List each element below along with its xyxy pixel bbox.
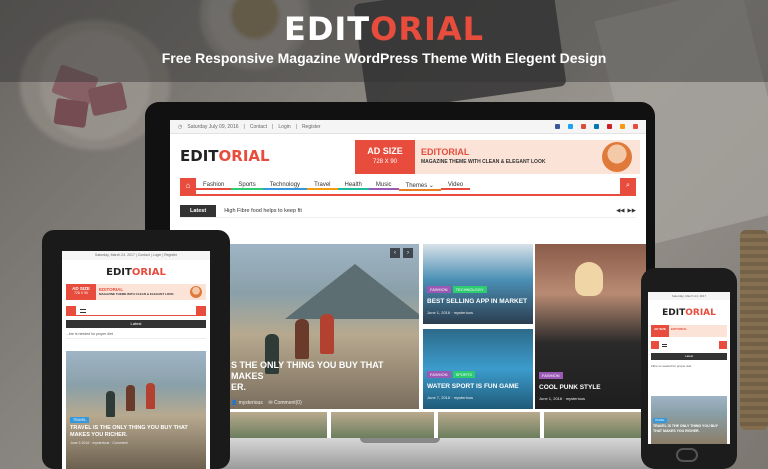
site-topbar: ◷ Saturday July 09, 2016 | Contact | Log… — [170, 120, 646, 134]
phone-screen: Saturday, March 24, 2017 EDITORIAL AD SI… — [648, 292, 730, 444]
tablet-ad-banner[interactable]: AD SIZE 728 X 90 EDITORIAL MAGAZINE THEME … — [66, 284, 206, 300]
hero-title-part1: EDIT — [283, 10, 371, 48]
tablet-ticker-text[interactable]: ...bre is needed for proper diet — [66, 330, 206, 339]
nav-technology[interactable]: Technology — [262, 182, 308, 190]
tag-fashion[interactable]: FASHION — [539, 372, 563, 379]
site-header: EDITORIAL AD SIZE 728 X 90 EDITORIAL MAGAZ… — [170, 134, 646, 178]
tag-fashion[interactable]: FASHION — [427, 371, 451, 378]
tablet-topbar: Saturday, March 24, 2017 | Contact | Log… — [62, 251, 210, 260]
slider-prev-icon[interactable]: ‹ — [390, 248, 400, 258]
phone-latest-label: Latest — [651, 353, 727, 360]
card-app-post[interactable]: FASHION TECHNOLOGY BEST SELLING APP IN M… — [423, 244, 533, 324]
pinterest-icon[interactable] — [607, 124, 612, 129]
ad-size-box: AD SIZE 728 X 90 — [355, 140, 415, 174]
search-icon[interactable]: ⌕ — [620, 178, 636, 194]
phone-nav — [651, 341, 727, 349]
tablet-post-title[interactable]: TRAVEL IS THE ONLY THING YOU BUY THAT MA… — [70, 425, 200, 439]
search-icon[interactable] — [196, 305, 206, 316]
card-title[interactable]: WATER SPORT IS FUN GAME — [427, 383, 519, 390]
card-water-post[interactable]: FASHION SPORTS WATER SPORT IS FUN GAME J… — [423, 329, 533, 409]
card-meta: June 1, 2016 · mysterious — [427, 310, 474, 315]
contact-link[interactable]: Contact — [250, 124, 267, 130]
main-featured-post[interactable]: ‹ › S THE ONLY THING YOU BUY THAT MAKES E… — [225, 244, 419, 409]
user-icon: 👤 — [231, 400, 238, 406]
tag-fashion[interactable]: FASHION — [427, 286, 451, 293]
twitter-icon[interactable] — [568, 124, 573, 129]
tablet-nav — [66, 305, 206, 316]
search-icon[interactable] — [719, 341, 727, 349]
phone-ticker-text[interactable]: Fibre is needed for proper diet — [651, 362, 727, 370]
tablet-post-meta: June 3 2016 · mysterious · Comment — [70, 441, 128, 445]
main-post-title[interactable]: S THE ONLY THING YOU BUY THAT MAKES ER. — [225, 356, 419, 397]
ticker-next-icon[interactable]: ▶▶ — [628, 208, 636, 214]
facebook-icon[interactable] — [555, 124, 560, 129]
card-title[interactable]: COOL PUNK STYLE — [539, 384, 601, 391]
tag-travel[interactable]: TRAVEL — [70, 417, 90, 423]
card-punk-post[interactable]: FASHION COOL PUNK STYLE June 1, 2016 · m… — [535, 244, 646, 409]
google-plus-icon[interactable] — [581, 124, 586, 129]
nav-fashion[interactable]: Fashion — [196, 182, 232, 190]
phone-ad-banner[interactable]: AD SIZE EDITORIAL — [651, 325, 727, 337]
site-nav: ⌂ Fashion Sports Technology Travel Healt… — [180, 178, 636, 196]
login-link[interactable]: Login — [278, 124, 290, 130]
latest-ticker: Latest High Fibre food helps to keep fit… — [180, 204, 636, 218]
register-link[interactable]: Register — [302, 124, 321, 130]
laptop-notch — [360, 438, 440, 443]
phone-home-button — [676, 448, 698, 462]
card-meta: June 7, 2016 · mysterious — [427, 395, 474, 400]
nav-video[interactable]: Video — [440, 182, 471, 190]
site-logo[interactable]: EDITORIAL — [180, 147, 270, 165]
home-icon[interactable] — [66, 305, 76, 316]
thumbnail[interactable] — [543, 412, 646, 438]
thumbnail[interactable] — [437, 412, 540, 438]
nav-travel[interactable]: Travel — [307, 182, 338, 190]
phone-featured-post[interactable]: TRAVEL TRAVEL IS THE ONLY THING YOU BUY … — [651, 396, 727, 444]
card-title[interactable]: BEST SELLING APP IN MARKET — [427, 298, 527, 305]
rss-icon[interactable] — [620, 124, 625, 129]
thumbnail[interactable] — [331, 412, 434, 438]
ad-text: EDITORIAL MAGAZINE THEME WITH CLEAN & ELE… — [421, 147, 546, 165]
hero-subtitle: Free Responsive Magazine WordPress Theme… — [161, 50, 607, 66]
slider-arrows: ‹ › — [390, 248, 413, 258]
tablet-latest-label: Latest — [66, 320, 206, 328]
clock-icon: ◷ — [178, 123, 183, 130]
tag-technology[interactable]: TECHNOLOGY — [452, 286, 487, 293]
bottom-thumbnails — [225, 412, 646, 438]
youtube-icon[interactable] — [633, 124, 638, 129]
nav-themes[interactable]: Themes ⌄ — [398, 182, 441, 191]
tag-travel[interactable]: TRAVEL — [653, 418, 667, 423]
ticker-text[interactable]: High Fibre food helps to keep fit — [224, 208, 302, 214]
header-ad-banner[interactable]: AD SIZE 728 X 90 EDITORIAL MAGAZINE THEME … — [355, 140, 640, 174]
laptop-screen: ◷ Saturday July 09, 2016 | Contact | Log… — [170, 120, 646, 438]
featured-grid: ‹ › S THE ONLY THING YOU BUY THAT MAKES E… — [180, 244, 646, 438]
thumbnail[interactable] — [225, 412, 328, 438]
comment-icon: ✉ — [268, 400, 273, 406]
phone-logo[interactable]: EDITORIAL — [648, 300, 730, 322]
ad-model-image — [190, 286, 202, 298]
tag-sports[interactable]: SPORTS — [452, 371, 475, 378]
ad-model-image — [602, 142, 632, 172]
nav-sports[interactable]: Sports — [231, 182, 263, 190]
main-post-meta: 👤 mysterious ✉ Comment(0) — [231, 400, 302, 406]
tablet-screen: Saturday, March 24, 2017 | Contact | Log… — [62, 251, 210, 469]
nav-health[interactable]: Health — [337, 182, 369, 190]
home-icon[interactable]: ⌂ — [180, 178, 196, 194]
nav-music[interactable]: Music — [368, 182, 399, 190]
hero-title-part2: ORIAL — [370, 10, 485, 48]
home-icon[interactable] — [651, 341, 659, 349]
linkedin-icon[interactable] — [594, 124, 599, 129]
card-meta: June 1, 2016 · mysterious — [539, 396, 586, 401]
ticker-prev-icon[interactable]: ◀◀ — [616, 208, 624, 214]
tablet-logo[interactable]: EDITORIAL — [62, 260, 210, 282]
phone-post-title[interactable]: TRAVEL IS THE ONLY THING YOU BUY THAT MA… — [653, 424, 725, 433]
menu-icon[interactable] — [80, 308, 86, 313]
hero-title: EDITORIAL — [0, 10, 768, 48]
phone-topbar: Saturday, March 24, 2017 — [648, 292, 730, 300]
tablet-featured-post[interactable]: TRAVEL TRAVEL IS THE ONLY THING YOU BUY … — [66, 351, 206, 469]
menu-icon[interactable] — [662, 343, 667, 347]
slider-next-icon[interactable]: › — [403, 248, 413, 258]
ticker-label: Latest — [180, 204, 217, 217]
site-date: Saturday July 09, 2016 — [187, 123, 239, 130]
